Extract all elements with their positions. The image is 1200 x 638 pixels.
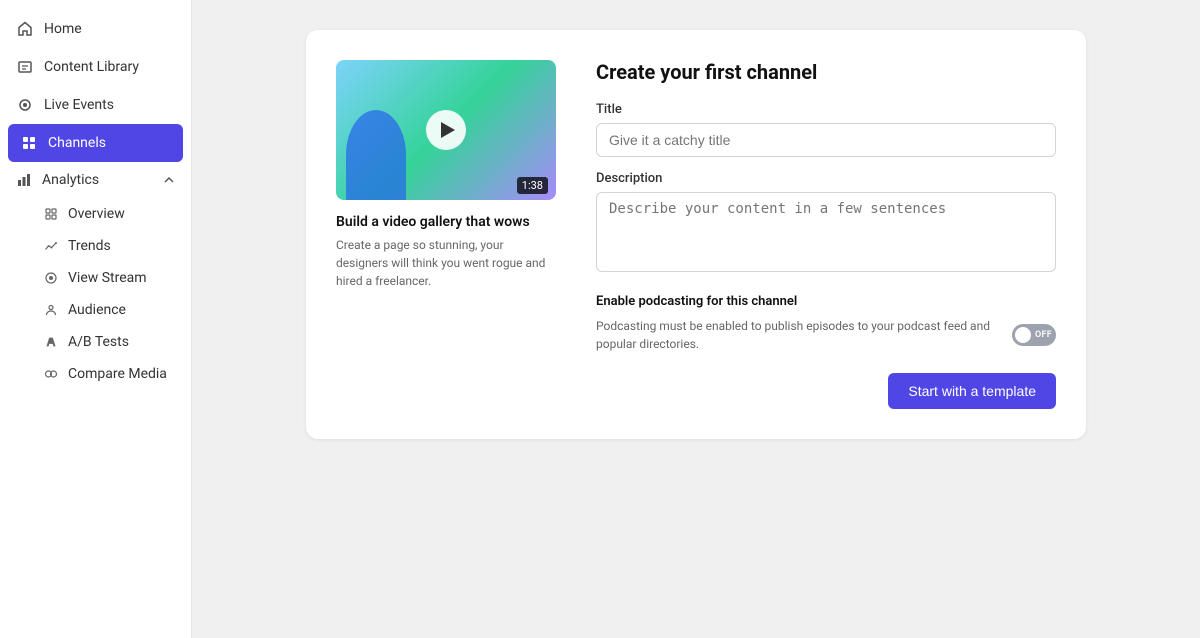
description-label: Description: [596, 171, 1056, 186]
live-events-icon: [16, 96, 34, 114]
sidebar-item-view-stream[interactable]: View Stream: [0, 262, 191, 294]
overview-label: Overview: [68, 206, 125, 222]
title-label: Title: [596, 102, 1056, 117]
audience-label: Audience: [68, 302, 126, 318]
sidebar-item-content-library-label: Content Library: [44, 59, 139, 75]
sidebar-item-channels-label: Channels: [48, 135, 106, 151]
preview-description: Create a page so stunning, your designer…: [336, 236, 556, 290]
video-duration: 1:38: [517, 177, 548, 194]
title-input[interactable]: [596, 123, 1056, 157]
view-stream-icon: [44, 271, 58, 285]
ab-tests-label: A/B Tests: [68, 334, 129, 350]
podcast-body: Podcasting must be enabled to publish ep…: [596, 317, 1056, 353]
form-footer: Start with a template: [596, 373, 1056, 409]
trends-label: Trends: [68, 238, 111, 254]
podcast-description: Podcasting must be enabled to publish ep…: [596, 317, 996, 353]
sidebar-item-compare-media[interactable]: Compare Media: [0, 358, 191, 390]
sidebar-item-live-events-label: Live Events: [44, 97, 114, 113]
sidebar-item-ab-tests[interactable]: A/B Tests: [0, 326, 191, 358]
sidebar-item-audience[interactable]: Audience: [0, 294, 191, 326]
compare-media-label: Compare Media: [68, 366, 167, 382]
home-icon: [16, 20, 34, 38]
overview-icon: [44, 207, 58, 221]
sidebar-item-channels[interactable]: Channels: [8, 124, 183, 162]
channels-icon: [20, 134, 38, 152]
sidebar-item-content-library[interactable]: Content Library: [0, 48, 191, 86]
podcast-toggle[interactable]: OFF: [1012, 324, 1056, 346]
play-button[interactable]: [426, 110, 466, 150]
start-template-button[interactable]: Start with a template: [888, 373, 1056, 409]
ab-tests-icon: [44, 335, 58, 349]
analytics-icon: [16, 172, 32, 188]
toggle-label: OFF: [1035, 330, 1052, 340]
audience-icon: [44, 303, 58, 317]
preview-title: Build a video gallery that wows: [336, 214, 556, 230]
podcast-section: Enable podcasting for this channel Podca…: [596, 294, 1056, 353]
trends-icon: [44, 239, 58, 253]
sidebar: Home Content Library Live Events: [0, 0, 192, 638]
podcast-heading: Enable podcasting for this channel: [596, 294, 1056, 309]
sidebar-item-home-label: Home: [44, 21, 82, 37]
content-library-icon: [16, 58, 34, 76]
sidebar-item-overview[interactable]: Overview: [0, 198, 191, 230]
view-stream-label: View Stream: [68, 270, 147, 286]
content-wrapper: 1:38 Build a video gallery that wows Cre…: [306, 30, 1086, 439]
chevron-up-icon: [163, 174, 175, 186]
sidebar-item-trends[interactable]: Trends: [0, 230, 191, 262]
toggle-knob: [1015, 327, 1031, 343]
form-heading: Create your first channel: [596, 60, 1056, 84]
preview-side: 1:38 Build a video gallery that wows Cre…: [336, 60, 556, 409]
sidebar-analytics-section[interactable]: Analytics: [0, 162, 191, 198]
sidebar-item-home[interactable]: Home: [0, 10, 191, 48]
description-input[interactable]: [596, 192, 1056, 272]
video-thumbnail[interactable]: 1:38: [336, 60, 556, 200]
form-side: Create your first channel Title Descript…: [596, 60, 1056, 409]
compare-media-icon: [44, 367, 58, 381]
main-content: 1:38 Build a video gallery that wows Cre…: [192, 0, 1200, 638]
sidebar-item-live-events[interactable]: Live Events: [0, 86, 191, 124]
play-triangle-icon: [441, 122, 455, 138]
analytics-label: Analytics: [42, 172, 99, 188]
